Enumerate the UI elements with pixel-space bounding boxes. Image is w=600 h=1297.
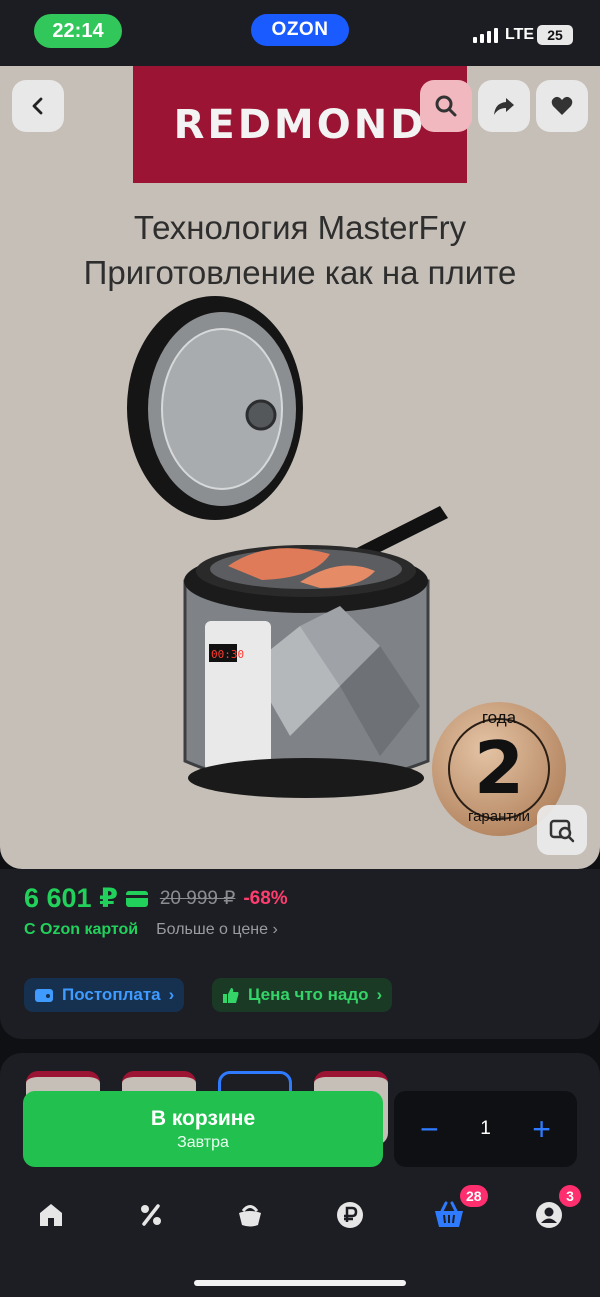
percent-icon bbox=[141, 1204, 161, 1226]
user-icon bbox=[536, 1202, 562, 1228]
ruble-icon bbox=[337, 1202, 363, 1228]
price-row: 6 601 ₽ 20 999 ₽ -68% bbox=[24, 883, 288, 914]
chevron-right-icon: › bbox=[272, 921, 278, 938]
guarantee-top-text: года bbox=[481, 708, 517, 727]
profile-count-badge: 3 bbox=[559, 1185, 581, 1207]
price-section: 6 601 ₽ 20 999 ₽ -68% С Ozon картой Боль… bbox=[0, 869, 600, 1039]
tab-deals[interactable] bbox=[131, 1195, 171, 1235]
image-search-icon bbox=[549, 819, 575, 843]
status-time: 22:14 bbox=[34, 14, 122, 48]
postpay-label: Постоплата bbox=[62, 985, 161, 1004]
discount-badge: -68% bbox=[243, 887, 288, 909]
tab-finance[interactable] bbox=[330, 1195, 370, 1235]
search-button[interactable] bbox=[420, 80, 472, 132]
more-about-price-label: Больше о цене bbox=[156, 921, 268, 938]
tab-bar: 28 3 bbox=[0, 1185, 600, 1245]
good-price-label: Цена что надо bbox=[248, 985, 369, 1004]
plus-button[interactable]: + bbox=[532, 1113, 551, 1145]
heart-icon bbox=[551, 96, 573, 115]
tab-fresh[interactable] bbox=[230, 1195, 270, 1235]
guarantee-years: 2 bbox=[473, 726, 525, 810]
quantity-value: 1 bbox=[480, 1118, 491, 1139]
home-icon bbox=[40, 1204, 62, 1226]
current-price: 6 601 ₽ bbox=[24, 883, 118, 913]
chevron-left-icon bbox=[32, 97, 43, 115]
wallet-icon bbox=[35, 989, 53, 1002]
ozon-logo: OZON bbox=[251, 14, 349, 46]
quantity-stepper: − 1 + bbox=[394, 1091, 577, 1167]
bag-icon bbox=[239, 1205, 261, 1227]
svg-text:00:30: 00:30 bbox=[211, 648, 244, 661]
thumbs-up-icon bbox=[223, 988, 239, 1003]
chevron-right-icon: › bbox=[376, 985, 383, 1004]
status-bar: 22:14 OZON LTE 25 bbox=[0, 0, 600, 66]
more-about-price-link[interactable]: Больше о цене › bbox=[156, 921, 278, 939]
bottom-sheet: В корзине Завтра − 1 + 28 3 bbox=[0, 1053, 600, 1297]
old-price: 20 999 ₽ bbox=[159, 888, 236, 909]
signal-icon bbox=[473, 28, 498, 43]
good-price-chip[interactable]: Цена что надо › bbox=[212, 978, 393, 1012]
in-cart-label: В корзине bbox=[150, 1106, 256, 1130]
ozon-card-label: С Ozon картой bbox=[24, 921, 139, 938]
favorite-button[interactable] bbox=[536, 80, 588, 132]
back-button[interactable] bbox=[12, 80, 64, 132]
network-label: LTE bbox=[505, 26, 535, 43]
battery-icon: 25 bbox=[537, 25, 573, 45]
tab-home[interactable] bbox=[31, 1195, 71, 1235]
price-sub-row: С Ozon картой Больше о цене › bbox=[24, 921, 278, 939]
postpay-chip[interactable]: Постоплата › bbox=[24, 978, 185, 1012]
search-icon bbox=[435, 95, 457, 117]
home-indicator bbox=[194, 1280, 406, 1286]
basket-icon bbox=[435, 1201, 463, 1227]
chevron-right-icon: › bbox=[168, 985, 175, 1004]
cart-count-badge: 28 bbox=[460, 1185, 488, 1207]
delivery-label: Завтра bbox=[177, 1133, 229, 1151]
share-button[interactable] bbox=[478, 80, 530, 132]
in-cart-button[interactable]: В корзине Завтра bbox=[23, 1091, 383, 1167]
share-arrow-icon bbox=[494, 98, 514, 115]
product-gallery[interactable]: REDMOND Технология MasterFry Приготовлен… bbox=[0, 66, 600, 869]
ozon-card-icon bbox=[125, 890, 148, 907]
visual-search-button[interactable] bbox=[537, 805, 587, 855]
minus-button[interactable]: − bbox=[420, 1113, 439, 1145]
